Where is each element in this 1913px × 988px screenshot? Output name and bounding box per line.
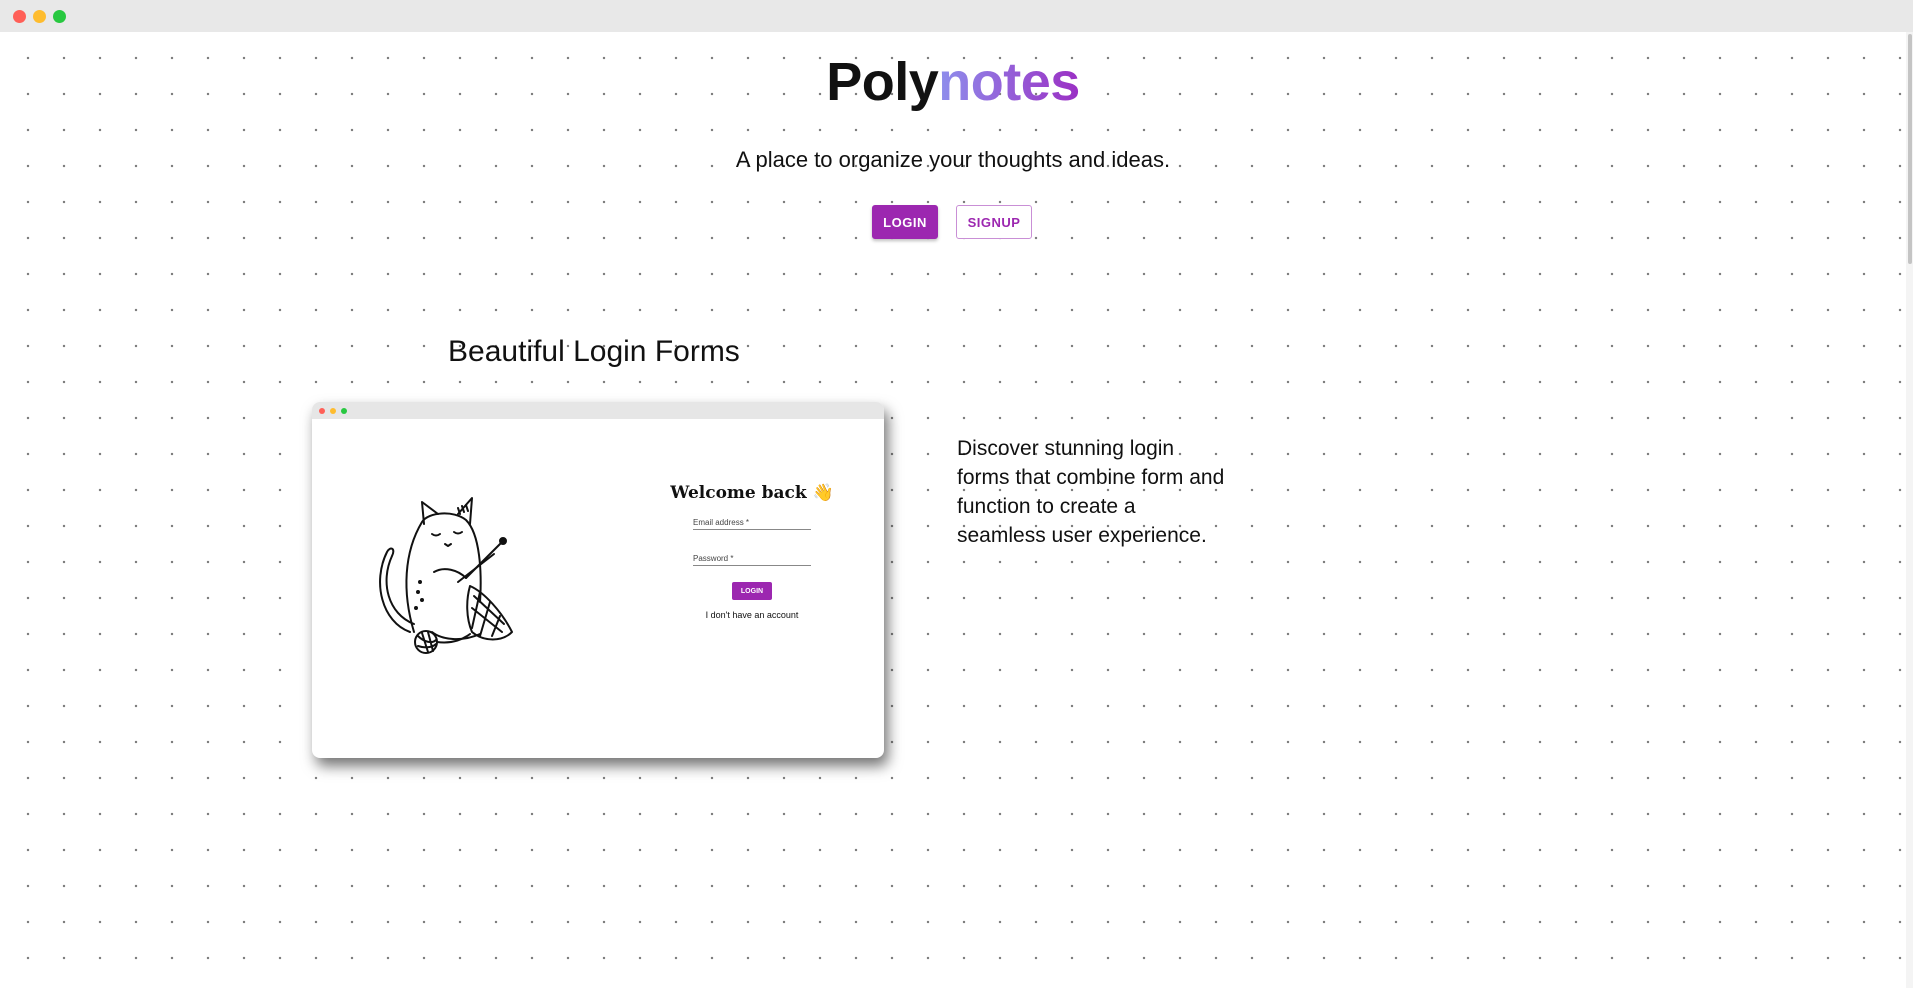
window-maximize-button[interactable] xyxy=(53,10,66,23)
preview-window-bar xyxy=(312,402,884,419)
welcome-text: Welcome back xyxy=(670,483,807,503)
preview-login-button: LOGIN xyxy=(732,582,772,600)
window-minimize-button[interactable] xyxy=(33,10,46,23)
wave-icon: 👋 xyxy=(812,483,834,503)
landing-page: Polynotes A place to organize your thoug… xyxy=(0,32,1906,988)
login-button[interactable]: LOGIN xyxy=(872,205,938,239)
window-close-button[interactable] xyxy=(13,10,26,23)
login-form-preview: Welcome back 👋 Email address * Password … xyxy=(312,402,884,758)
page-scrollbar[interactable] xyxy=(1906,32,1913,988)
brand-prefix: Poly xyxy=(826,52,939,112)
preview-maximize-dot xyxy=(341,408,347,414)
feature-title: Beautiful Login Forms xyxy=(448,335,740,368)
window-title-bar xyxy=(0,0,1913,32)
feature-description: Discover stunning login forms that combi… xyxy=(957,437,1225,547)
preview-email-field: Email address * xyxy=(693,518,811,530)
signup-button[interactable]: SIGNUP xyxy=(956,205,1032,239)
preview-no-account-link: I don't have an account xyxy=(705,610,799,620)
tagline: A place to organize your thoughts and id… xyxy=(735,147,1171,172)
brand-suffix: notes xyxy=(938,52,1080,112)
knitting-cat-illustration xyxy=(379,497,513,654)
hero-buttons: LOGIN SIGNUP xyxy=(872,205,1032,239)
preview-close-dot xyxy=(319,408,325,414)
preview-login-form: Welcome back 👋 Email address * Password … xyxy=(662,482,842,620)
welcome-heading: Welcome back 👋 xyxy=(662,482,842,504)
preview-minimize-dot xyxy=(330,408,336,414)
scrollbar-thumb[interactable] xyxy=(1908,34,1912,264)
preview-password-field: Password * xyxy=(693,554,811,566)
brand-title: Polynotes xyxy=(0,50,1906,114)
